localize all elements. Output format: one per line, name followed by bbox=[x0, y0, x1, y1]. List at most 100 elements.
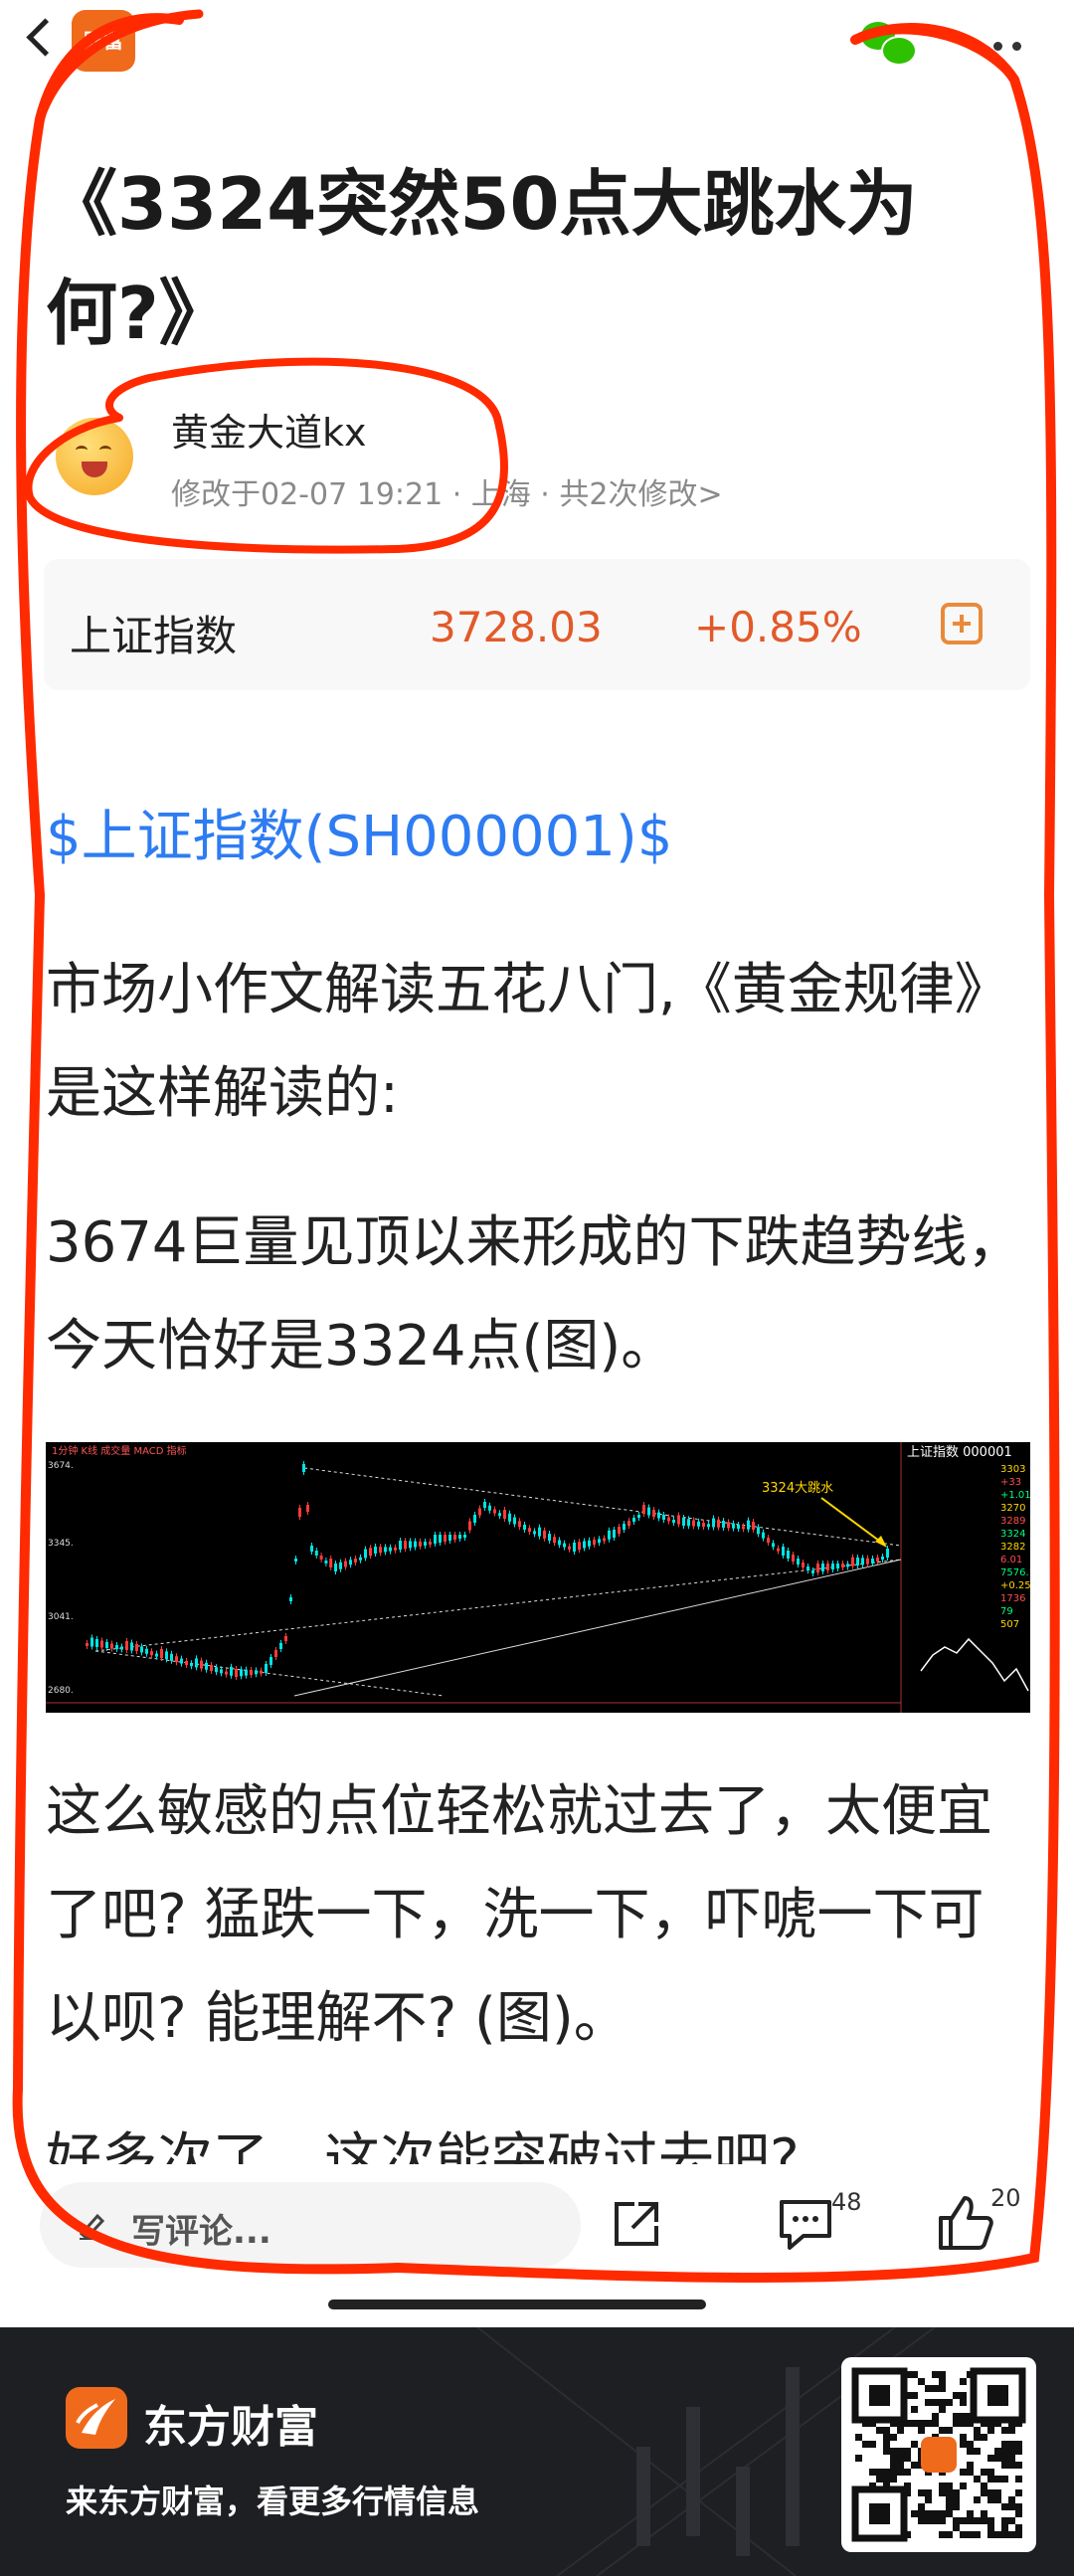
chart-annotation: 3324大跳水 bbox=[762, 1481, 833, 1496]
footer-banner[interactable]: 东方财富 来东方财富，看更多行情信息 bbox=[0, 2327, 1074, 2576]
add-watchlist-icon[interactable] bbox=[941, 603, 983, 644]
candle-body bbox=[424, 1542, 427, 1546]
candle-body bbox=[180, 1658, 183, 1664]
candle-body bbox=[881, 1557, 884, 1560]
quote-change: +0.85% bbox=[694, 603, 862, 651]
candle-body bbox=[851, 1557, 854, 1566]
brand-logo-icon bbox=[66, 2387, 127, 2449]
candle-body bbox=[409, 1541, 412, 1549]
chart-y-label: 3345. bbox=[48, 1539, 74, 1549]
share-icon[interactable] bbox=[609, 2196, 664, 2252]
article-meta[interactable]: 修改于02-07 19:21 · 上海 · 共2次修改> bbox=[171, 469, 723, 513]
stock-quote-card[interactable]: 上证指数 3728.03 +0.85% bbox=[44, 559, 1030, 690]
author-avatar[interactable] bbox=[56, 418, 133, 495]
candle-body bbox=[697, 1521, 700, 1527]
candle-body bbox=[826, 1564, 829, 1570]
candle-body bbox=[637, 1515, 640, 1518]
candle-body bbox=[329, 1559, 333, 1567]
candle-body bbox=[354, 1559, 357, 1563]
candle-body bbox=[797, 1559, 800, 1564]
candle-body bbox=[349, 1560, 352, 1565]
candle-body bbox=[294, 1559, 297, 1562]
candle-body bbox=[528, 1528, 531, 1533]
candle-body bbox=[772, 1543, 775, 1548]
candle-body bbox=[787, 1551, 790, 1559]
candle-body bbox=[618, 1527, 621, 1534]
comment-icon[interactable] bbox=[776, 2194, 835, 2254]
candle-body bbox=[374, 1547, 377, 1554]
candle-body bbox=[712, 1518, 715, 1528]
candle-body bbox=[306, 1505, 309, 1512]
chart-side-value: +33 bbox=[1000, 1477, 1021, 1488]
candle-body bbox=[767, 1538, 770, 1543]
candle-body bbox=[324, 1561, 328, 1564]
bottom-action-bar: 写评论... 48 20 bbox=[0, 2164, 1074, 2284]
candle-body bbox=[220, 1669, 223, 1674]
more-options-icon[interactable] bbox=[975, 36, 1034, 51]
candle-body bbox=[856, 1558, 859, 1565]
candle-body bbox=[578, 1542, 581, 1551]
candle-body bbox=[170, 1653, 173, 1661]
candle-body bbox=[404, 1541, 407, 1550]
chart-side-value: 6.01 bbox=[1000, 1555, 1022, 1565]
candle-body bbox=[866, 1558, 869, 1564]
chart-side-value: +1.01 bbox=[1000, 1490, 1030, 1501]
chart-y-label: 3674. bbox=[48, 1461, 74, 1471]
candle-body bbox=[583, 1541, 586, 1549]
candle-body bbox=[543, 1530, 546, 1539]
candle-body bbox=[483, 1502, 486, 1508]
candle-body bbox=[339, 1562, 342, 1569]
home-indicator bbox=[328, 2300, 706, 2309]
kline-chart-image[interactable]: 1分钟 K线 成交量 MACD 指标 3674. 3345. 3041. 2680. … bbox=[46, 1442, 1030, 1713]
candle-body bbox=[647, 1507, 650, 1516]
chart-side-value: 3303 bbox=[1000, 1464, 1025, 1475]
quote-price: 3728.03 bbox=[430, 603, 603, 651]
author-name[interactable]: 黄金大道kx bbox=[171, 402, 367, 457]
candle-body bbox=[429, 1542, 432, 1545]
stock-link[interactable]: $上证指数(SH000001)$ bbox=[46, 786, 1030, 889]
chart-side-value: 3270 bbox=[1000, 1503, 1025, 1514]
author-row[interactable]: 黄金大道kx 修改于02-07 19:21 · 上海 · 共2次修改> bbox=[56, 398, 951, 517]
candle-body bbox=[672, 1520, 675, 1523]
candle-body bbox=[737, 1525, 740, 1529]
candle-body bbox=[707, 1524, 710, 1528]
candle-body bbox=[732, 1523, 735, 1529]
app-logo: 财富 bbox=[72, 10, 135, 72]
like-count: 20 bbox=[990, 2184, 1021, 2212]
candle-body bbox=[836, 1564, 839, 1568]
candle-body bbox=[518, 1521, 521, 1528]
candle-body bbox=[453, 1535, 456, 1540]
candle-body bbox=[861, 1558, 864, 1565]
quote-name: 上证指数 bbox=[70, 612, 238, 660]
candle-body bbox=[439, 1535, 442, 1543]
thumbs-up-icon[interactable] bbox=[935, 2192, 996, 2254]
candle-body bbox=[185, 1661, 188, 1665]
candle-body bbox=[493, 1509, 496, 1514]
qr-code[interactable] bbox=[841, 2357, 1036, 2552]
back-icon[interactable] bbox=[18, 14, 58, 62]
chart-side-value: +0.25 bbox=[1000, 1580, 1030, 1591]
candle-body bbox=[762, 1532, 765, 1539]
candle-body bbox=[95, 1639, 98, 1647]
candle-body bbox=[419, 1541, 422, 1547]
candle-body bbox=[613, 1530, 616, 1538]
candle-body bbox=[135, 1644, 138, 1651]
candle-body bbox=[548, 1534, 551, 1541]
candle-body bbox=[279, 1643, 282, 1649]
candle-body bbox=[468, 1521, 471, 1531]
wechat-share-icon[interactable] bbox=[861, 22, 917, 68]
chart-y-label: 3041. bbox=[48, 1612, 74, 1622]
candle-body bbox=[369, 1548, 372, 1557]
candle-body bbox=[692, 1520, 695, 1527]
qr-code-image bbox=[851, 2367, 1026, 2542]
candle-body bbox=[757, 1527, 760, 1535]
candle-body bbox=[642, 1505, 645, 1514]
candle-body bbox=[310, 1546, 313, 1552]
candle-body bbox=[334, 1564, 337, 1571]
candle-body bbox=[235, 1669, 238, 1677]
comment-input[interactable]: 写评论... bbox=[40, 2182, 581, 2268]
chart-side-value: 3324 bbox=[1000, 1529, 1025, 1540]
candle-body bbox=[503, 1510, 506, 1519]
candle-body bbox=[782, 1547, 785, 1556]
candle-body bbox=[473, 1515, 476, 1523]
